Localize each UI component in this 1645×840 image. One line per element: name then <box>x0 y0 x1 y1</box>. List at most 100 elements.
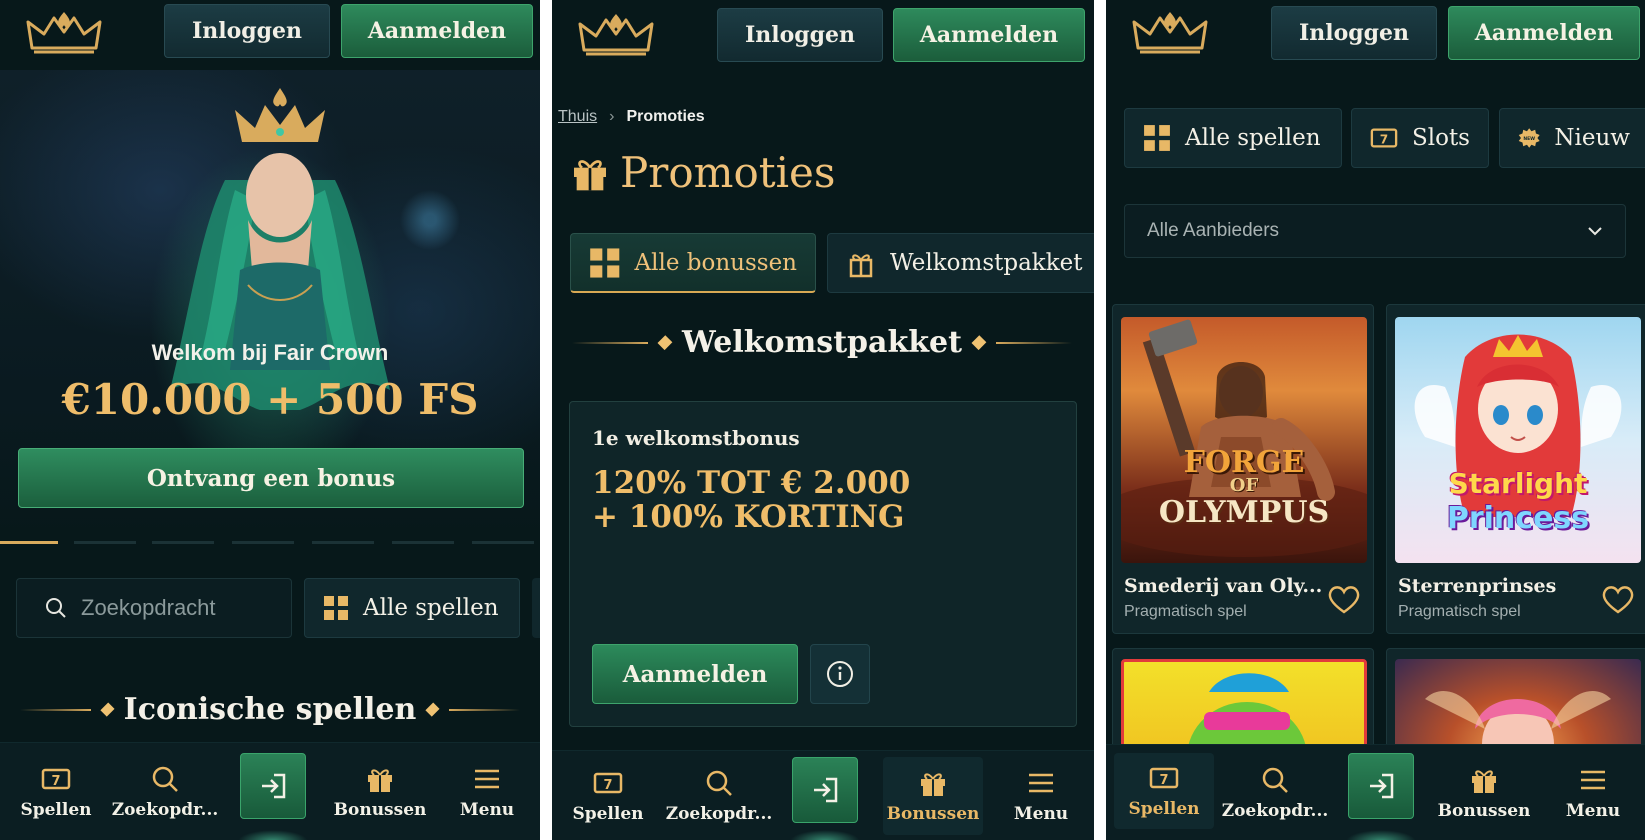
breadcrumb-home-link[interactable]: Thuis <box>558 108 597 126</box>
login-button[interactable]: Inloggen <box>164 4 330 58</box>
nav-bonuses[interactable]: Bonussen <box>883 757 983 835</box>
register-button[interactable]: Aanmelden <box>1448 6 1640 60</box>
search-input[interactable]: Zoekopdracht <box>16 578 292 638</box>
nav-games[interactable]: 7 Spellen <box>562 751 654 840</box>
nav-label: Menu <box>459 800 515 820</box>
breadcrumb-current: Promoties <box>626 108 705 125</box>
promotions-screen: Inloggen Aanmelden Thuis › Promoties Pro… <box>552 0 1094 840</box>
nav-games[interactable]: 7 Spellen <box>10 743 102 840</box>
hero-subtitle: Welkom bij Fair Crown <box>151 340 389 365</box>
iconic-games-heading: Iconische spellen <box>20 692 520 727</box>
next-chip-edge[interactable] <box>532 578 540 638</box>
header: Inloggen Aanmelden <box>1106 0 1645 70</box>
nav-bonuses[interactable]: Bonussen <box>330 743 430 840</box>
heart-icon[interactable] <box>1601 583 1635 615</box>
crown-icon[interactable] <box>1132 8 1208 58</box>
game-title: Sterrenprinses <box>1398 575 1557 597</box>
game-card[interactable]: Starlight Princess Sterrenprinses Pragma… <box>1386 304 1645 634</box>
game-art-title: OF <box>1229 475 1259 496</box>
game-title: Smederij van Oly... <box>1124 575 1323 597</box>
login-button[interactable]: Inloggen <box>1271 6 1437 60</box>
hamburger-menu-icon <box>475 769 499 789</box>
heart-icon[interactable] <box>1327 583 1361 615</box>
nav-search[interactable]: Zoekopdr... <box>110 743 220 840</box>
search-placeholder: Zoekopdracht <box>81 595 216 620</box>
slot-777-icon: 7 <box>593 772 623 794</box>
game-card[interactable] <box>1386 648 1645 758</box>
category-all-games[interactable]: Alle spellen <box>1124 108 1342 168</box>
crown-icon[interactable] <box>26 8 102 58</box>
bonus-info-button[interactable] <box>810 644 870 704</box>
bonus-register-button[interactable]: Aanmelden <box>592 644 798 704</box>
tab-welcome-package[interactable]: Welkomstpakket <box>827 233 1094 293</box>
page-title-text: Promoties <box>620 148 836 197</box>
slot-777-icon: 7 <box>41 768 71 790</box>
game-thumbnail[interactable]: FORGE OF OLYMPUS <box>1121 317 1367 563</box>
gift-icon <box>574 159 606 190</box>
ornament-diamond <box>100 702 115 717</box>
login-arrow-icon <box>262 773 286 799</box>
ornament-line <box>449 708 520 711</box>
nav-menu[interactable]: Menu <box>998 751 1084 840</box>
crown-icon[interactable] <box>578 10 654 60</box>
game-card[interactable] <box>1112 648 1374 758</box>
chevron-down-icon <box>1588 227 1602 236</box>
chip-label: Alle spellen <box>363 595 499 621</box>
tab-all-bonuses[interactable]: Alle bonussen <box>570 233 816 293</box>
category-label: Alle spellen <box>1185 125 1321 151</box>
bonus-card: 1e welkomstbonus 120% TOT € 2.000 + 100%… <box>569 401 1077 727</box>
nav-search[interactable]: Zoekopdr... <box>1220 745 1330 840</box>
nav-label: Zoekopdr... <box>665 804 773 824</box>
all-games-chip[interactable]: Alle spellen <box>304 578 520 638</box>
ornament-line <box>572 341 649 344</box>
hamburger-menu-icon <box>1581 770 1605 790</box>
nav-menu[interactable]: Menu <box>444 743 530 840</box>
breadcrumb: Thuis › Promoties <box>558 108 705 126</box>
game-art-title: Princess <box>1446 501 1590 536</box>
carousel-dot-active[interactable] <box>0 541 58 544</box>
carousel-dot[interactable] <box>232 541 294 544</box>
game-card[interactable]: FORGE OF OLYMPUS Smederij van Oly... Pra… <box>1112 304 1374 634</box>
nav-label: Zoekopdr... <box>1221 801 1329 821</box>
nav-label: Zoekopdr... <box>111 800 219 820</box>
register-button[interactable]: Aanmelden <box>341 4 533 58</box>
carousel-dot[interactable] <box>74 541 136 544</box>
get-bonus-button[interactable]: Ontvang een bonus <box>18 448 524 508</box>
nav-search[interactable]: Zoekopdr... <box>664 751 774 840</box>
nav-glow <box>1346 830 1416 840</box>
carousel-dot[interactable] <box>152 541 214 544</box>
carousel-dot[interactable] <box>472 541 534 544</box>
svg-text:NEW: NEW <box>1523 136 1535 142</box>
bonus-value-line: 120% TOT € 2.000 <box>592 465 911 501</box>
hero-banner[interactable]: Welkom bij Fair Crown €10.000 + 500 FS O… <box>0 70 540 540</box>
nav-bonuses[interactable]: Bonussen <box>1434 745 1534 840</box>
home-screen: Inloggen Aanmelden Welkom bij Fair Crown… <box>0 0 540 840</box>
category-new[interactable]: NEW Nieuw <box>1499 108 1645 168</box>
category-slots[interactable]: 7 Slots <box>1351 108 1489 168</box>
carousel-dot[interactable] <box>392 541 454 544</box>
game-art-title: OLYMPUS <box>1158 495 1330 530</box>
nav-glow <box>238 830 308 840</box>
nav-label: Bonussen <box>886 804 980 824</box>
hamburger-menu-icon <box>1029 773 1053 793</box>
provider-select[interactable]: Alle Aanbieders <box>1124 204 1626 258</box>
nav-games[interactable]: 7 Spellen <box>1114 753 1214 829</box>
game-thumbnail[interactable]: Starlight Princess <box>1395 317 1641 563</box>
login-button[interactable]: Inloggen <box>717 8 883 62</box>
register-button[interactable]: Aanmelden <box>893 8 1085 62</box>
nav-login-button[interactable] <box>1348 753 1414 819</box>
gift-icon <box>921 773 945 796</box>
gift-icon <box>1472 770 1496 793</box>
nav-login-button[interactable] <box>792 757 858 823</box>
ornament-diamond <box>971 335 987 350</box>
page-title: Promoties <box>570 148 835 197</box>
svg-text:7: 7 <box>1380 133 1388 147</box>
nav-login-button[interactable] <box>240 753 306 819</box>
grid-icon <box>324 596 348 620</box>
nav-label: Spellen <box>20 800 92 820</box>
search-icon <box>152 766 178 792</box>
games-screen: Inloggen Aanmelden Alle spellen 7 Slots … <box>1106 0 1645 840</box>
ornament-line <box>20 708 91 711</box>
carousel-dot[interactable] <box>312 541 374 544</box>
nav-menu[interactable]: Menu <box>1550 745 1636 840</box>
